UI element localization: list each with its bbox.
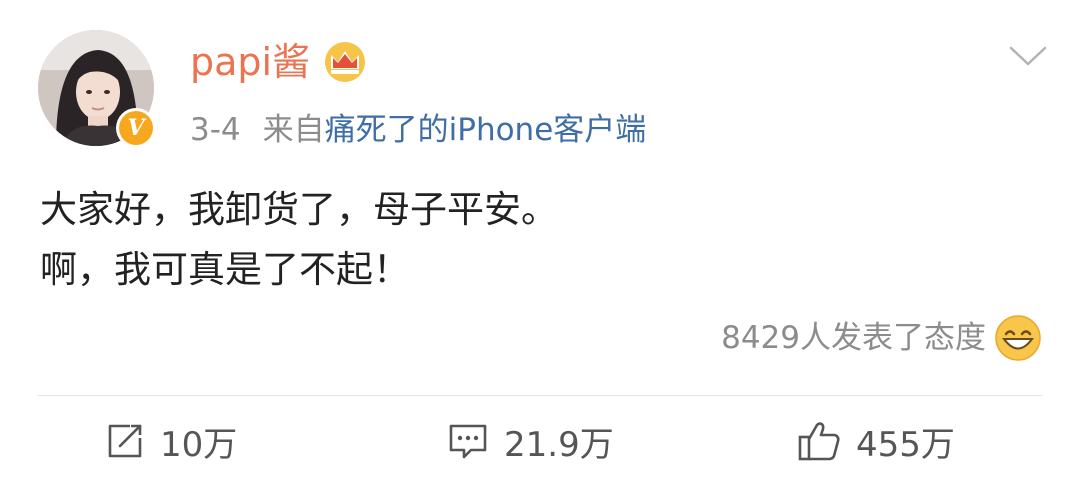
comment-count: 21.9万 bbox=[504, 424, 614, 465]
repost-icon bbox=[108, 424, 142, 458]
comment-icon bbox=[449, 424, 487, 459]
attitude-summary[interactable]: 8429人发表了态度 bbox=[721, 316, 986, 360]
crown-icon[interactable] bbox=[322, 41, 368, 83]
grinning-emoji-icon[interactable] bbox=[994, 314, 1042, 362]
post-text-line: 大家好，我卸货了，母子平安。 bbox=[40, 188, 558, 231]
post-time: 3-4 bbox=[190, 112, 241, 148]
divider bbox=[38, 395, 1042, 396]
post-content[interactable]: 大家好，我卸货了，母子平安。 啊，我可真是了不起！ bbox=[40, 180, 558, 300]
like-count: 455万 bbox=[856, 424, 955, 465]
like-button[interactable]: 455万 bbox=[796, 416, 955, 466]
source-prefix: 来自 bbox=[262, 112, 325, 148]
verified-badge: V bbox=[116, 108, 156, 148]
repost-button[interactable]: 10万 bbox=[104, 416, 237, 466]
chevron-down-icon[interactable] bbox=[1008, 44, 1048, 68]
post-meta: 3-4 来自痛死了的iPhone客户端 bbox=[190, 108, 646, 152]
author-name[interactable]: papi酱 bbox=[190, 38, 310, 86]
comment-button[interactable]: 21.9万 bbox=[446, 416, 614, 466]
thumbs-up-icon bbox=[798, 422, 840, 461]
repost-count: 10万 bbox=[160, 424, 238, 465]
post-text-line: 啊，我可真是了不起！ bbox=[40, 248, 410, 291]
post-source-link[interactable]: 痛死了的iPhone客户端 bbox=[325, 112, 647, 148]
